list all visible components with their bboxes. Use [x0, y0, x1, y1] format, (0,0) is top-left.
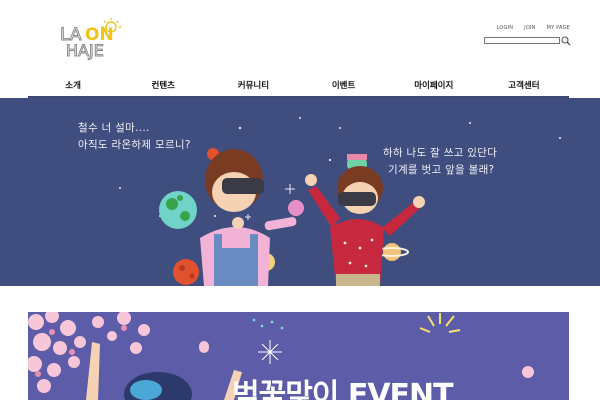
nav-item-mypage[interactable]: 마이페이지	[389, 78, 479, 96]
join-link[interactable]: JOIN	[524, 25, 535, 31]
main-nav: 소개 컨텐츠 커뮤니티 이벤트 마이페이지 고객센터	[28, 78, 569, 98]
hero-left-line1: 철수 너 설마....	[78, 122, 150, 134]
nav-item-event[interactable]: 이벤트	[299, 78, 389, 96]
nav-item-support[interactable]: 고객센터	[479, 78, 569, 96]
pink-moon-icon	[288, 200, 304, 216]
red-planet-icon	[173, 259, 199, 285]
login-link[interactable]: LOGIN	[497, 25, 514, 31]
logo-text-haje: HAJE	[66, 41, 104, 60]
nav-item-contents[interactable]: 컨텐츠	[118, 78, 208, 96]
hero-caption-right: 하하 나도 잘 쓰고 있단다 기계를 벗고 앞을 볼래?	[383, 145, 497, 179]
hero-right-line1: 하하 나도 잘 쓰고 있단다	[383, 147, 498, 159]
hero-caption-left: 철수 너 설마.... 아직도 라온하제 모르니?	[78, 120, 191, 154]
firework-small-icon	[258, 340, 282, 364]
person-illustration	[86, 342, 242, 400]
nav-item-about[interactable]: 소개	[28, 78, 118, 96]
firework-icon	[419, 313, 461, 333]
hero-left-line2: 아직도 라온하제 모르니?	[78, 139, 191, 151]
event-title: 벚꽃맞이 EVENT	[232, 378, 454, 413]
boy-illustration	[305, 166, 425, 286]
laonhaje-logo[interactable]: LA ON HAJE	[58, 16, 128, 60]
nav-item-community[interactable]: 커뮤니티	[208, 78, 298, 96]
search-icon[interactable]	[561, 36, 571, 46]
utility-links: LOGIN JOIN MY PAGE	[497, 25, 571, 31]
search-input[interactable]	[484, 37, 560, 44]
site-header: LA ON HAJE LOGIN JOIN MY PAGE	[0, 0, 600, 78]
mypage-link[interactable]: MY PAGE	[547, 25, 570, 31]
hero-right-line2: 기계를 벗고 앞을 볼래?	[388, 164, 495, 176]
